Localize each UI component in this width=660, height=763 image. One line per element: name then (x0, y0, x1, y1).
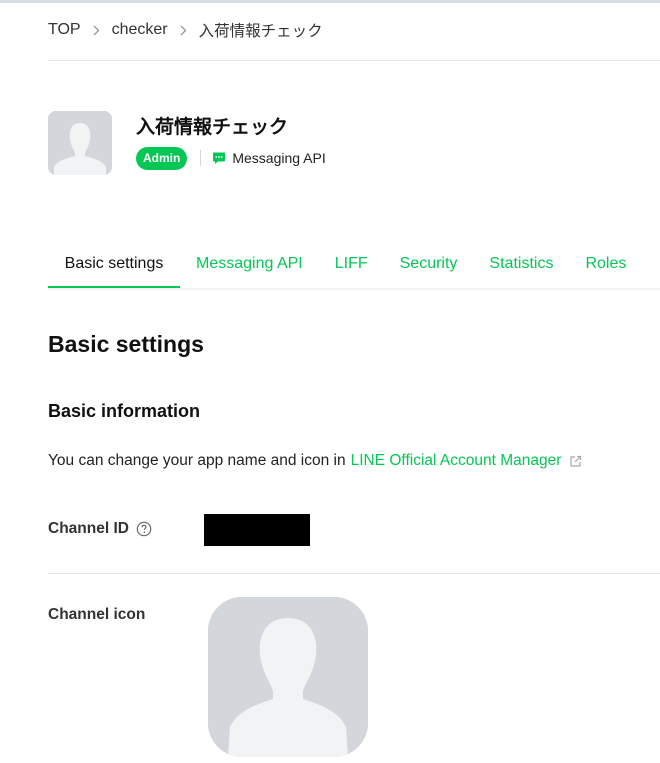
breadcrumb-top[interactable]: TOP (48, 21, 81, 39)
admin-badge: Admin (136, 146, 188, 170)
settings-tabs: Basic settings Messaging API LIFF Securi… (48, 246, 660, 290)
chevron-right-icon (180, 25, 187, 36)
channel-avatar (48, 111, 112, 175)
chevron-right-icon (93, 25, 100, 36)
channel-name: 入荷情報チェック (136, 116, 289, 138)
channel-icon-row-label: Channel icon (48, 606, 145, 624)
official-account-manager-link[interactable]: LINE Official Account Manager (351, 452, 562, 470)
info-text: You can change your app name and icon in (48, 452, 346, 469)
channel-type-label: Messaging API (232, 150, 326, 166)
row-divider (48, 573, 660, 574)
channel-icon-image (208, 597, 368, 757)
info-text-row: You can change your app name and icon in… (48, 452, 582, 470)
top-border (0, 0, 660, 3)
channel-id-label: Channel ID (48, 520, 129, 537)
tab-statistics[interactable]: Statistics (473, 246, 569, 286)
breadcrumb: TOP checker 入荷情報チェック (48, 19, 323, 41)
section-title: Basic information (48, 401, 201, 421)
breadcrumb-current: 入荷情報チェック (198, 22, 323, 40)
question-circle-icon[interactable] (136, 521, 152, 537)
page-title: Basic settings (48, 331, 204, 357)
channel-icon-label: Channel icon (48, 606, 146, 623)
channel-id-value-redacted (204, 514, 310, 546)
channel-meta: Admin Messaging API (136, 146, 326, 170)
tab-roles[interactable]: Roles (569, 246, 642, 286)
external-link-icon[interactable] (569, 455, 582, 468)
header-divider (48, 60, 660, 61)
tab-basic-settings[interactable]: Basic settings (48, 246, 180, 288)
breadcrumb-provider[interactable]: checker (112, 21, 168, 39)
tab-security[interactable]: Security (384, 246, 474, 286)
tab-messaging-api[interactable]: Messaging API (180, 246, 319, 286)
default-avatar-icon (208, 597, 368, 757)
tab-liff[interactable]: LIFF (319, 246, 384, 286)
default-avatar-icon (48, 111, 112, 175)
channel-id-row-label: Channel ID (48, 520, 152, 538)
meta-divider (200, 150, 202, 166)
chat-bubble-icon (212, 151, 226, 165)
